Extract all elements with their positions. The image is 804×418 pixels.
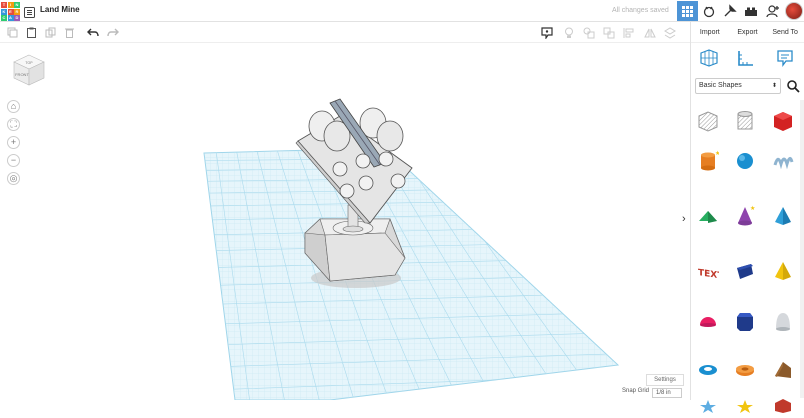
- edit-toolbar: [0, 22, 690, 43]
- shape-pyramid[interactable]: [771, 204, 795, 228]
- workplane-grid-icon[interactable]: [699, 48, 719, 68]
- shape-star[interactable]: [696, 394, 720, 418]
- viewcube-top-label: TOP: [25, 61, 33, 65]
- shapes-panel: Import Export Send To Basic Shapes ⬍ ★ ★: [690, 22, 804, 413]
- view-cube[interactable]: TOP FRONT: [12, 53, 46, 87]
- tinker-icon[interactable]: [701, 3, 717, 19]
- copy-icon[interactable]: [6, 26, 19, 39]
- group-icon[interactable]: [602, 26, 615, 39]
- workplane-icon[interactable]: [663, 26, 676, 39]
- shape-library-label: Basic Shapes: [699, 82, 742, 89]
- workplane-grid[interactable]: [0, 43, 690, 400]
- logo-letter: N: [14, 2, 20, 8]
- shape-roof[interactable]: [696, 204, 720, 228]
- shape-icosahedron[interactable]: [771, 394, 795, 418]
- shape-library-select[interactable]: Basic Shapes ⬍: [695, 78, 781, 94]
- ruler-icon[interactable]: [736, 48, 756, 68]
- svg-text:★: ★: [715, 150, 719, 157]
- lego-brick-icon[interactable]: [743, 3, 759, 19]
- notes-icon[interactable]: [540, 26, 553, 39]
- mirror-icon[interactable]: [643, 26, 656, 39]
- avatar[interactable]: [785, 2, 803, 20]
- shape-tube[interactable]: [733, 357, 757, 381]
- workplane-canvas[interactable]: TOP FRONT ⌂ ⛶ + − ◎ › Settings Snap Grid…: [0, 43, 690, 400]
- logo-letter: E: [7, 8, 14, 15]
- logo-letter: R: [14, 8, 20, 15]
- shape-text[interactable]: TEXT: [696, 259, 720, 283]
- grid-view-icon: [682, 5, 693, 17]
- save-status: All changes saved: [612, 7, 669, 14]
- project-title[interactable]: Land Mine: [40, 5, 80, 14]
- home-view-icon[interactable]: ⌂: [7, 100, 20, 113]
- undo-icon[interactable]: [86, 26, 99, 39]
- grid-view-button[interactable]: [677, 1, 698, 21]
- logo-letter: C: [1, 15, 7, 21]
- shape-star-yellow[interactable]: [733, 394, 757, 418]
- shape-paraboloid[interactable]: [771, 309, 795, 333]
- panel-tools: [691, 46, 804, 76]
- logo-letter: K: [1, 8, 7, 15]
- chevron-updown-icon: ⬍: [771, 83, 777, 89]
- notes-bubble-icon[interactable]: [775, 48, 795, 68]
- add-user-icon[interactable]: [765, 3, 781, 19]
- shape-torus[interactable]: [696, 357, 720, 381]
- logo-letter: A: [7, 15, 14, 21]
- redo-icon[interactable]: [106, 26, 119, 39]
- shape-cylinder-hole[interactable]: [733, 109, 757, 133]
- shape-polygon[interactable]: [733, 309, 757, 333]
- svg-text:TEXT: TEXT: [698, 268, 719, 282]
- collapse-panel-icon[interactable]: ›: [682, 213, 686, 225]
- tinkercad-logo[interactable]: T I N K E R C A D: [0, 0, 20, 22]
- snap-grid-label: Snap Grid: [622, 388, 650, 394]
- svg-text:★: ★: [750, 205, 755, 212]
- panel-scrollbar[interactable]: [800, 100, 804, 398]
- zoom-in-icon[interactable]: +: [7, 136, 20, 149]
- snap-grid-select[interactable]: 1/8 in: [652, 388, 682, 398]
- build-icon[interactable]: [722, 3, 738, 19]
- export-button[interactable]: Export: [729, 22, 767, 42]
- logo-letter: D: [14, 15, 20, 21]
- shape-icon[interactable]: [582, 26, 595, 39]
- shape-box[interactable]: [771, 109, 795, 133]
- search-icon[interactable]: [786, 79, 800, 93]
- shape-prism[interactable]: [733, 259, 757, 283]
- shape-half-sphere[interactable]: [696, 309, 720, 333]
- paste-icon[interactable]: [25, 26, 38, 39]
- shape-cone[interactable]: ★: [733, 204, 757, 228]
- panel-actions: Import Export Send To: [691, 22, 804, 43]
- view-tools: ⌂ ⛶ + − ◎: [7, 100, 20, 190]
- viewcube-front-label: FRONT: [15, 72, 29, 77]
- shape-cylinder[interactable]: ★: [696, 149, 720, 173]
- perspective-icon[interactable]: ◎: [7, 172, 20, 185]
- top-bar: T I N K E R C A D Land Mine All changes …: [0, 0, 804, 22]
- shape-box-hole[interactable]: [696, 109, 720, 133]
- send-to-button[interactable]: Send To: [766, 22, 804, 42]
- delete-icon[interactable]: [63, 26, 76, 39]
- light-icon[interactable]: [562, 26, 575, 39]
- fit-view-icon[interactable]: ⛶: [7, 118, 20, 131]
- shape-cone-yellow[interactable]: [771, 259, 795, 283]
- align-icon[interactable]: [622, 26, 635, 39]
- settings-button[interactable]: Settings: [646, 374, 684, 386]
- project-menu-icon[interactable]: [24, 5, 35, 18]
- logo-letter: T: [1, 2, 7, 8]
- import-button[interactable]: Import: [691, 22, 729, 42]
- shape-scribble[interactable]: [771, 149, 795, 173]
- shape-sphere[interactable]: [733, 149, 757, 173]
- logo-letter: I: [7, 2, 14, 8]
- duplicate-icon[interactable]: [44, 26, 57, 39]
- zoom-out-icon[interactable]: −: [7, 154, 20, 167]
- shape-wedge[interactable]: [771, 357, 795, 381]
